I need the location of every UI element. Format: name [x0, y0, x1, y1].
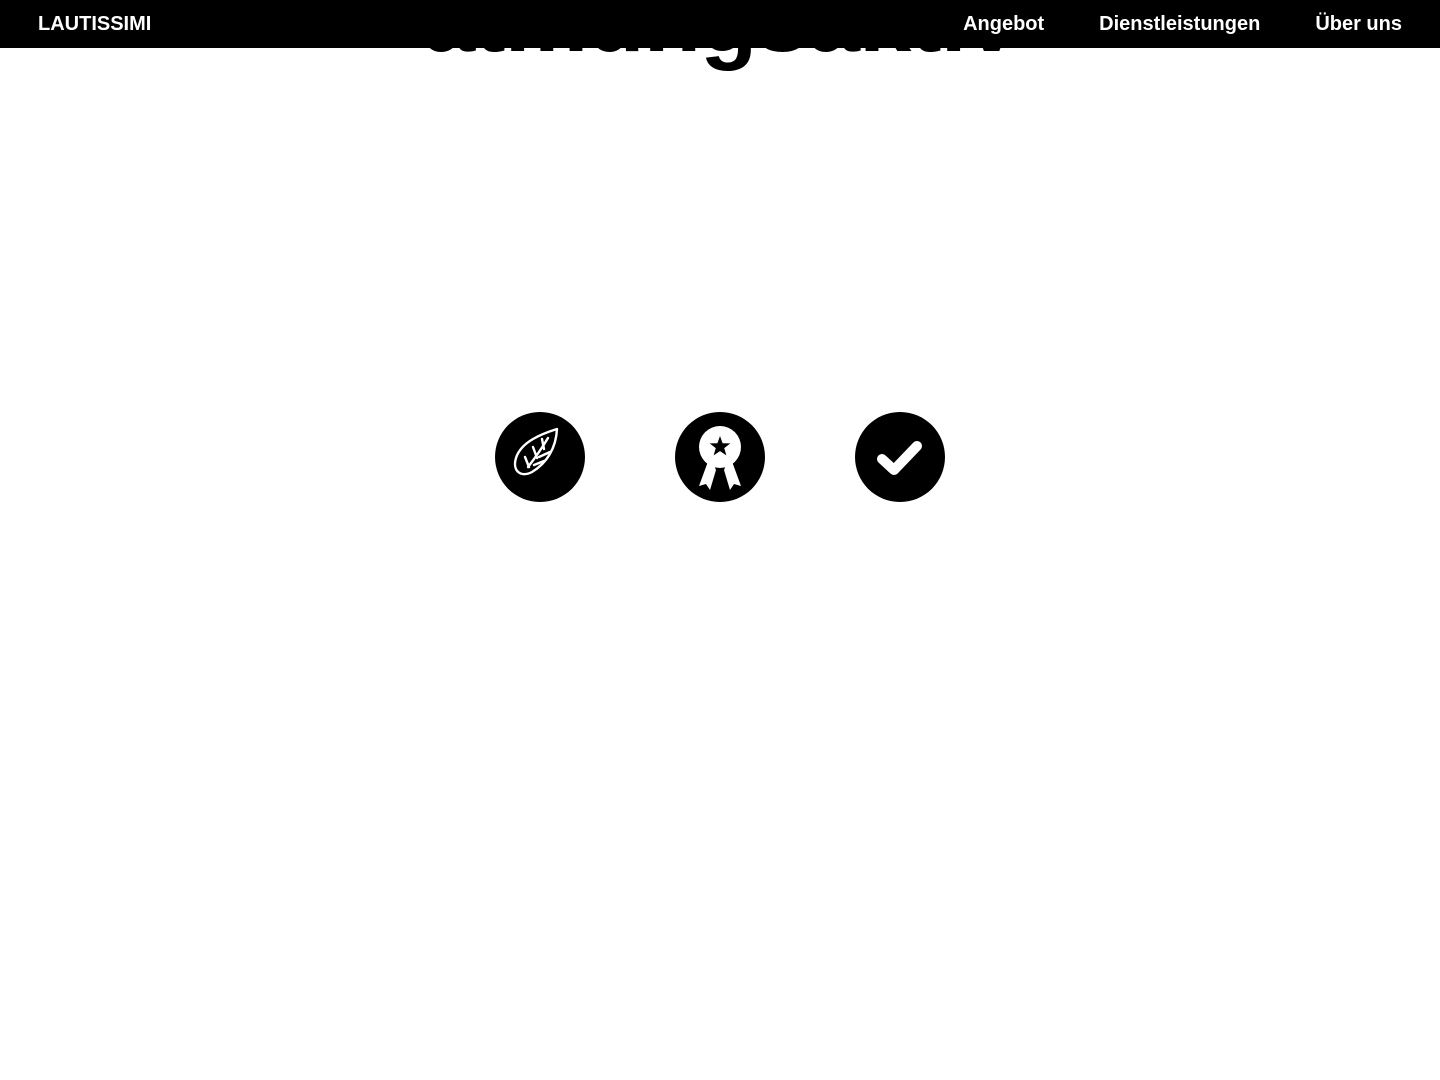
award-ribbon-icon-graphic — [699, 426, 741, 490]
brand-logo-link[interactable]: LAUTISSIMI — [38, 0, 151, 48]
leaf-icon-graphic — [513, 427, 559, 476]
leaf-icon — [495, 412, 585, 502]
nav-links: Angebot Dienstleistungen Über uns — [963, 0, 1402, 48]
top-navbar: LAUTISSIMI Angebot Dienstleistungen Über… — [0, 0, 1440, 48]
award-ribbon-icon — [675, 412, 765, 502]
nav-link-angebot[interactable]: Angebot — [963, 0, 1044, 48]
page: atmungsaktiv LAUTISSIMI Angebot Dienstle… — [0, 0, 1440, 1080]
checkmark-icon — [855, 412, 945, 502]
nav-link-dienstleistungen[interactable]: Dienstleistungen — [1099, 0, 1260, 48]
nav-link-ueber-uns[interactable]: Über uns — [1315, 0, 1402, 48]
checkmark-icon-graphic — [877, 441, 922, 475]
feature-icons — [495, 412, 945, 502]
